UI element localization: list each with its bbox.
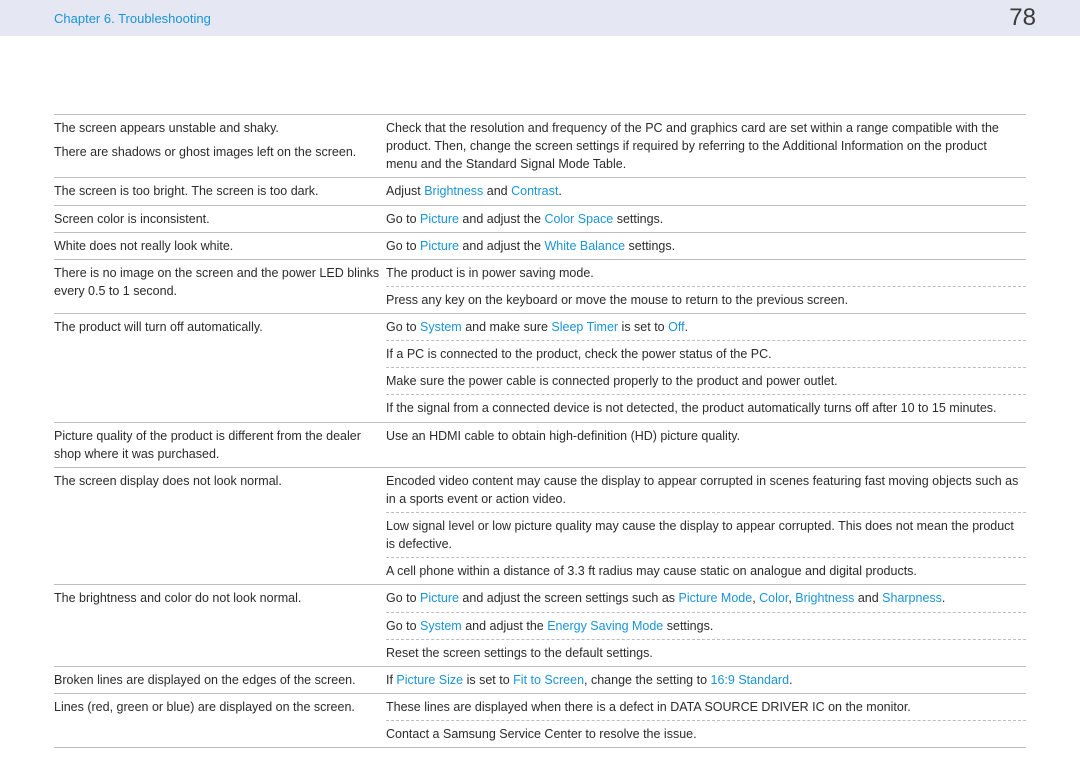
solution-cell: If a PC is connected to the product, che…	[386, 341, 1026, 368]
issue-text: There are shadows or ghost images left o…	[54, 143, 380, 161]
troubleshooting-table: The screen appears unstable and shaky. T…	[54, 114, 1026, 748]
highlight: System	[420, 619, 462, 633]
text: Go to	[386, 212, 420, 226]
page-number: 78	[1009, 4, 1036, 32]
solution-cell: Use an HDMI cable to obtain high-definit…	[386, 422, 1026, 467]
highlight: Picture	[420, 212, 459, 226]
solution-cell: These lines are displayed when there is …	[386, 693, 1026, 720]
header-band: Chapter 6. Troubleshooting 78	[0, 0, 1080, 36]
text: Go to	[386, 239, 420, 253]
table-row: Lines (red, green or blue) are displayed…	[54, 693, 1026, 720]
table-row: The brightness and color do not look nor…	[54, 585, 1026, 612]
solution-cell: Encoded video content may cause the disp…	[386, 467, 1026, 512]
issue-cell: Broken lines are displayed on the edges …	[54, 666, 386, 693]
text: is set to	[463, 673, 513, 687]
solution-cell: Go to Picture and adjust the White Balan…	[386, 232, 1026, 259]
highlight: Picture	[420, 591, 459, 605]
text: Go to	[386, 591, 420, 605]
issue-cell: The product will turn off automatically.	[54, 314, 386, 423]
text: and adjust the screen settings such as	[459, 591, 679, 605]
text: If	[386, 673, 396, 687]
solution-cell: The product is in power saving mode.	[386, 259, 1026, 286]
issue-cell: Picture quality of the product is differ…	[54, 422, 386, 467]
issue-cell: Lines (red, green or blue) are displayed…	[54, 693, 386, 747]
page: Chapter 6. Troubleshooting 78 The screen…	[0, 0, 1080, 763]
highlight: Contrast	[511, 184, 558, 198]
highlight: Picture Mode	[679, 591, 753, 605]
highlight: Energy Saving Mode	[547, 619, 663, 633]
table-row: Screen color is inconsistent. Go to Pict…	[54, 205, 1026, 232]
text: Adjust	[386, 184, 424, 198]
table-row: Picture quality of the product is differ…	[54, 422, 1026, 467]
text: .	[789, 673, 792, 687]
issue-cell: The screen display does not look normal.	[54, 467, 386, 585]
solution-cell: Contact a Samsung Service Center to reso…	[386, 721, 1026, 748]
solution-cell: A cell phone within a distance of 3.3 ft…	[386, 558, 1026, 585]
solution-cell: Make sure the power cable is connected p…	[386, 368, 1026, 395]
highlight: Color	[759, 591, 788, 605]
text: is set to	[618, 320, 668, 334]
table-row: The screen display does not look normal.…	[54, 467, 1026, 512]
table-row: The screen is too bright. The screen is …	[54, 178, 1026, 205]
solution-cell: If Picture Size is set to Fit to Screen,…	[386, 666, 1026, 693]
solution-cell: Go to Picture and adjust the screen sett…	[386, 585, 1026, 612]
highlight: Sleep Timer	[551, 320, 618, 334]
text: settings.	[613, 212, 663, 226]
solution-cell: Low signal level or low picture quality …	[386, 513, 1026, 558]
table-row: The product will turn off automatically.…	[54, 314, 1026, 341]
solution-cell: Press any key on the keyboard or move th…	[386, 286, 1026, 313]
solution-cell: Reset the screen settings to the default…	[386, 639, 1026, 666]
text: .	[942, 591, 945, 605]
text: .	[685, 320, 688, 334]
solution-cell: If the signal from a connected device is…	[386, 395, 1026, 422]
solution-cell: Go to System and make sure Sleep Timer i…	[386, 314, 1026, 341]
highlight: Fit to Screen	[513, 673, 584, 687]
solution-cell: Check that the resolution and frequency …	[386, 115, 1026, 178]
highlight: Brightness	[424, 184, 483, 198]
text: settings.	[663, 619, 713, 633]
highlight: Sharpness	[882, 591, 942, 605]
text: and	[854, 591, 882, 605]
table-row: Broken lines are displayed on the edges …	[54, 666, 1026, 693]
highlight: White Balance	[544, 239, 625, 253]
highlight: System	[420, 320, 462, 334]
highlight: Picture Size	[396, 673, 463, 687]
issue-cell: Screen color is inconsistent.	[54, 205, 386, 232]
text: and make sure	[462, 320, 552, 334]
text: and adjust the	[459, 212, 544, 226]
text: Go to	[386, 320, 420, 334]
highlight: Picture	[420, 239, 459, 253]
text: and adjust the	[459, 239, 544, 253]
issue-cell: The screen appears unstable and shaky. T…	[54, 115, 386, 178]
issue-cell: White does not really look white.	[54, 232, 386, 259]
text: .	[558, 184, 561, 198]
issue-cell: There is no image on the screen and the …	[54, 259, 386, 313]
text: , change the setting to	[584, 673, 710, 687]
issue-cell: The brightness and color do not look nor…	[54, 585, 386, 666]
table-row: White does not really look white. Go to …	[54, 232, 1026, 259]
highlight: 16:9 Standard	[711, 673, 790, 687]
highlight: Off	[668, 320, 684, 334]
highlight: Color Space	[544, 212, 613, 226]
text: and	[483, 184, 511, 198]
table-row: There is no image on the screen and the …	[54, 259, 1026, 286]
issue-cell: The screen is too bright. The screen is …	[54, 178, 386, 205]
solution-cell: Go to System and adjust the Energy Savin…	[386, 612, 1026, 639]
troubleshooting-table-wrap: The screen appears unstable and shaky. T…	[0, 36, 1080, 748]
text: and adjust the	[462, 619, 547, 633]
solution-cell: Adjust Brightness and Contrast.	[386, 178, 1026, 205]
highlight: Brightness	[795, 591, 854, 605]
issue-text: The screen appears unstable and shaky.	[54, 119, 380, 137]
text: Go to	[386, 619, 420, 633]
solution-cell: Go to Picture and adjust the Color Space…	[386, 205, 1026, 232]
chapter-title: Chapter 6. Troubleshooting	[54, 11, 211, 26]
text: settings.	[625, 239, 675, 253]
